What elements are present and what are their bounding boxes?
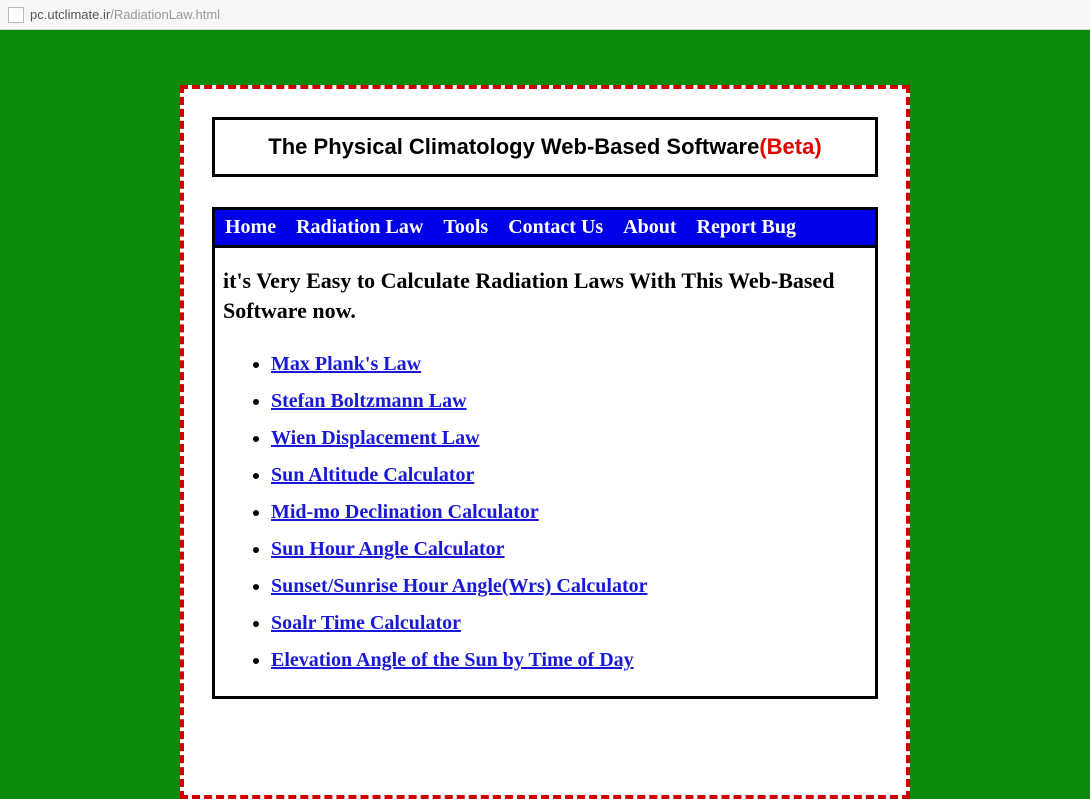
list-item: Stefan Boltzmann Law	[271, 390, 867, 413]
link-sun-altitude[interactable]: Sun Altitude Calculator	[271, 464, 474, 486]
url-path: /RadiationLaw.html	[110, 7, 220, 22]
main-panel: Home Radiation Law Tools Contact Us Abou…	[212, 207, 878, 699]
link-list: Max Plank's Law Stefan Boltzmann Law Wie…	[223, 353, 867, 672]
content-area: it's Very Easy to Calculate Radiation La…	[215, 248, 875, 696]
nav-home[interactable]: Home	[225, 216, 276, 239]
beta-label: (Beta)	[759, 134, 821, 159]
nav-radiation-law[interactable]: Radiation Law	[296, 216, 423, 239]
list-item: Sun Hour Angle Calculator	[271, 538, 867, 561]
link-elevation-angle[interactable]: Elevation Angle of the Sun by Time of Da…	[271, 649, 634, 671]
browser-address-bar[interactable]: pc.utclimate.ir/RadiationLaw.html	[0, 0, 1090, 30]
page-viewport: The Physical Climatology Web-Based Softw…	[0, 30, 1090, 799]
nav-tools[interactable]: Tools	[443, 216, 488, 239]
nav-report-bug[interactable]: Report Bug	[697, 216, 796, 239]
list-item: Sun Altitude Calculator	[271, 464, 867, 487]
url-host: pc.utclimate.ir	[30, 7, 110, 22]
link-stefan-boltzmann[interactable]: Stefan Boltzmann Law	[271, 390, 467, 412]
list-item: Sunset/Sunrise Hour Angle(Wrs) Calculato…	[271, 575, 867, 598]
link-sunset-sunrise-hour-angle[interactable]: Sunset/Sunrise Hour Angle(Wrs) Calculato…	[271, 575, 648, 597]
page-icon	[8, 7, 24, 23]
link-solar-time[interactable]: Soalr Time Calculator	[271, 612, 461, 634]
link-mid-mo-declination[interactable]: Mid-mo Declination Calculator	[271, 501, 539, 523]
list-item: Mid-mo Declination Calculator	[271, 501, 867, 524]
link-wien-displacement[interactable]: Wien Displacement Law	[271, 427, 480, 449]
list-item: Max Plank's Law	[271, 353, 867, 376]
list-item: Soalr Time Calculator	[271, 612, 867, 635]
link-sun-hour-angle[interactable]: Sun Hour Angle Calculator	[271, 538, 505, 560]
list-item: Wien Displacement Law	[271, 427, 867, 450]
nav-bar: Home Radiation Law Tools Contact Us Abou…	[215, 210, 875, 248]
list-item: Elevation Angle of the Sun by Time of Da…	[271, 649, 867, 672]
content-frame: The Physical Climatology Web-Based Softw…	[180, 85, 910, 799]
link-max-plank[interactable]: Max Plank's Law	[271, 353, 421, 375]
intro-text: it's Very Easy to Calculate Radiation La…	[223, 266, 867, 325]
title-text: The Physical Climatology Web-Based Softw…	[268, 134, 759, 159]
nav-about[interactable]: About	[623, 216, 676, 239]
page-title: The Physical Climatology Web-Based Softw…	[212, 117, 878, 177]
nav-contact-us[interactable]: Contact Us	[508, 216, 603, 239]
